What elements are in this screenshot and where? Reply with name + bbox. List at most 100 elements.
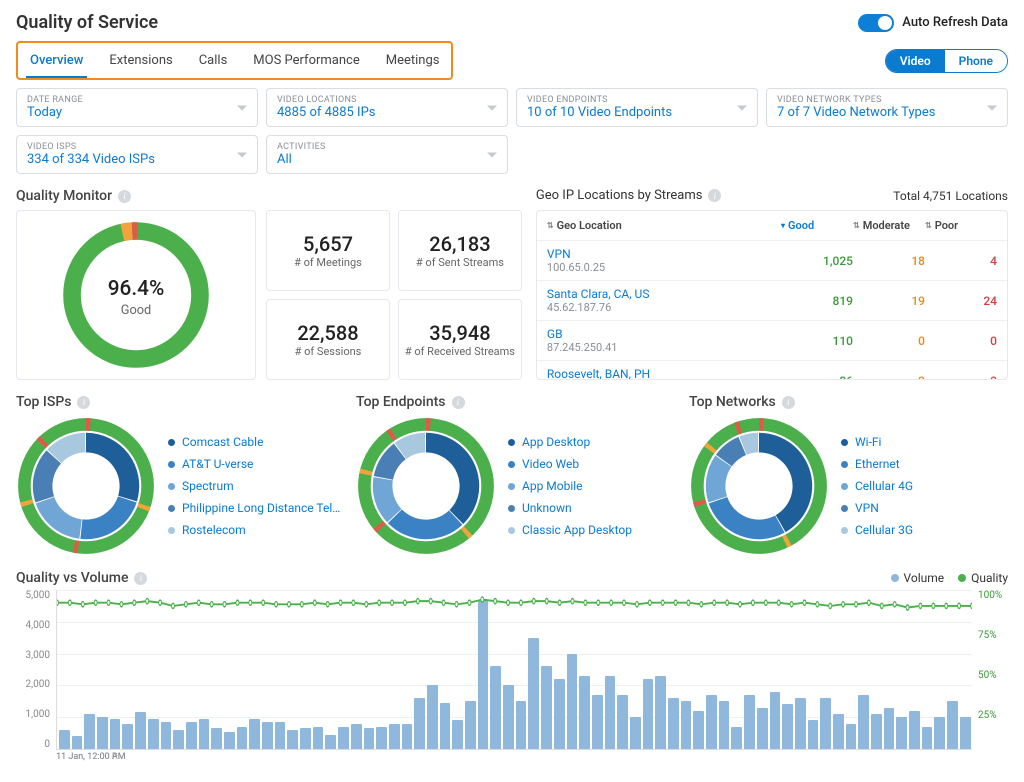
legend-dot-icon — [508, 527, 515, 534]
svg-text:Good: Good — [121, 303, 152, 318]
info-icon[interactable]: i — [708, 189, 721, 202]
info-icon[interactable]: i — [452, 396, 465, 409]
sort-icon[interactable]: ▾ — [781, 222, 785, 230]
geo-location-link[interactable]: VPN — [547, 247, 781, 261]
legend-item[interactable]: Wi-Fi — [841, 431, 913, 453]
legend-label: Cellular 4G — [855, 479, 913, 493]
legend-item[interactable]: Philippine Long Distance Teleph... — [168, 497, 342, 519]
legend-dot-icon — [508, 483, 515, 490]
geo-poor: 0 — [925, 334, 997, 348]
info-icon[interactable]: i — [77, 396, 90, 409]
info-icon[interactable]: i — [118, 190, 131, 203]
geo-good: 819 — [781, 294, 853, 308]
legend-item[interactable]: Rostelecom — [168, 519, 342, 541]
y-tick-left: 2,000 — [16, 679, 50, 690]
geo-moderate: 18 — [853, 254, 925, 268]
info-icon[interactable]: i — [782, 396, 795, 409]
legend-item[interactable]: Spectrum — [168, 475, 342, 497]
legend-item[interactable]: App Desktop — [508, 431, 632, 453]
tab-meetings[interactable]: Meetings — [382, 47, 444, 78]
tab-mos-performance[interactable]: MOS Performance — [249, 47, 363, 78]
volume-dot-icon — [891, 574, 899, 582]
y-tick-right: 100% — [978, 590, 1008, 601]
geo-location-link[interactable]: Roosevelt, BAN, PH — [547, 367, 781, 379]
top-endpoints-title: Top Endpoints — [356, 394, 446, 410]
legend-label: Spectrum — [182, 479, 234, 493]
top-endpoints-donut — [356, 416, 496, 556]
legend-dot-icon — [508, 439, 515, 446]
legend-label: Wi-Fi — [855, 435, 881, 449]
legend-label: Cellular 3G — [855, 523, 913, 537]
legend-item[interactable]: VPN — [841, 497, 913, 519]
top-isps-title: Top ISPs — [16, 394, 71, 410]
top-isps-donut — [16, 416, 156, 556]
legend-item[interactable]: Ethernet — [841, 453, 913, 475]
filter-video-locations[interactable]: VIDEO LOCATIONS 4885 of 4885 IPs — [266, 88, 508, 127]
legend-label: VPN — [855, 501, 879, 515]
legend-item[interactable]: Comcast Cable — [168, 431, 342, 453]
geo-total: Total 4,751 Locations — [893, 189, 1008, 203]
legend-label: AT&T U-verse — [182, 457, 253, 471]
col-header-poor[interactable]: Poor — [935, 219, 958, 232]
legend-dot-icon — [841, 483, 848, 490]
legend-label: Philippine Long Distance Teleph... — [182, 501, 342, 515]
legend-label: Comcast Cable — [182, 435, 263, 449]
filter-video-endpoints[interactable]: VIDEO ENDPOINTS 10 of 10 Video Endpoints — [516, 88, 758, 127]
qv-title: Quality vs Volume — [16, 570, 128, 586]
filter-video-isps[interactable]: VIDEO ISPS 334 of 334 Video ISPs — [16, 135, 258, 174]
tab-extensions[interactable]: Extensions — [105, 47, 176, 78]
filter-date-range[interactable]: DATE RANGE Today — [16, 88, 258, 127]
quality-dot-icon — [958, 574, 966, 582]
filter-value: Today — [27, 105, 247, 120]
legend-label: Unknown — [522, 501, 572, 515]
col-header-location[interactable]: Geo Location — [557, 219, 622, 232]
y-tick-right: 50% — [978, 670, 1008, 681]
y-tick-left: 4,000 — [16, 620, 50, 631]
mode-phone-button[interactable]: Phone — [945, 50, 1007, 72]
legend-item[interactable]: App Mobile — [508, 475, 632, 497]
auto-refresh-toggle[interactable] — [858, 14, 894, 32]
geo-ip: 87.245.250.41 — [547, 341, 781, 354]
quality-monitor-title: Quality Monitor — [16, 188, 112, 204]
filter-video-network-types[interactable]: VIDEO NETWORK TYPES 7 of 7 Video Network… — [766, 88, 1008, 127]
legend-item[interactable]: Cellular 4G — [841, 475, 913, 497]
legend-label: App Desktop — [522, 435, 590, 449]
sort-icon[interactable]: ⇅ — [547, 222, 554, 230]
geo-poor: 0 — [925, 374, 997, 380]
geo-location-link[interactable]: Santa Clara, CA, US — [547, 287, 781, 301]
svg-text:96.4%: 96.4% — [108, 277, 165, 301]
legend-item[interactable]: Cellular 3G — [841, 519, 913, 541]
qv-chart: 5,0004,0003,0002,0001,0000 100%75%50%25%… — [16, 590, 1008, 770]
legend-dot-icon — [168, 461, 175, 468]
info-icon[interactable]: i — [134, 572, 147, 585]
legend-item[interactable]: Video Web — [508, 453, 632, 475]
geo-good: 110 — [781, 334, 853, 348]
sort-icon[interactable]: ⇅ — [853, 222, 860, 230]
geo-location-link[interactable]: GB — [547, 327, 781, 341]
geo-title: Geo IP Locations by Streams — [536, 188, 703, 203]
stat-sessions: 22,588 # of Sessions — [266, 299, 390, 380]
table-row: Roosevelt, BAN, PH112.198.97.58620 — [537, 360, 1007, 379]
legend-dot-icon — [508, 505, 515, 512]
tab-overview[interactable]: Overview — [26, 47, 87, 78]
legend-dot-icon — [841, 527, 848, 534]
legend-dot-icon — [841, 439, 848, 446]
legend-label: Ethernet — [855, 457, 900, 471]
mode-segmented: Video Phone — [885, 49, 1008, 73]
legend-dot-icon — [168, 439, 175, 446]
legend-item[interactable]: Classic App Desktop — [508, 519, 632, 541]
tab-calls[interactable]: Calls — [195, 47, 232, 78]
legend-label: Video Web — [522, 457, 579, 471]
col-header-moderate[interactable]: Moderate — [863, 219, 910, 232]
legend-item[interactable]: Unknown — [508, 497, 632, 519]
legend-item[interactable]: AT&T U-verse — [168, 453, 342, 475]
qv-legend: Volume Quality — [891, 571, 1008, 585]
geo-moderate: 2 — [853, 374, 925, 380]
mode-video-button[interactable]: Video — [886, 50, 945, 72]
geo-good: 1,025 — [781, 254, 853, 268]
sort-icon[interactable]: ⇅ — [925, 222, 932, 230]
filter-activities[interactable]: ACTIVITIES All — [266, 135, 508, 174]
page-title: Quality of Service — [16, 12, 158, 33]
stat-received-streams: 35,948 # of Received Streams — [398, 299, 522, 380]
col-header-good[interactable]: Good — [788, 219, 814, 232]
